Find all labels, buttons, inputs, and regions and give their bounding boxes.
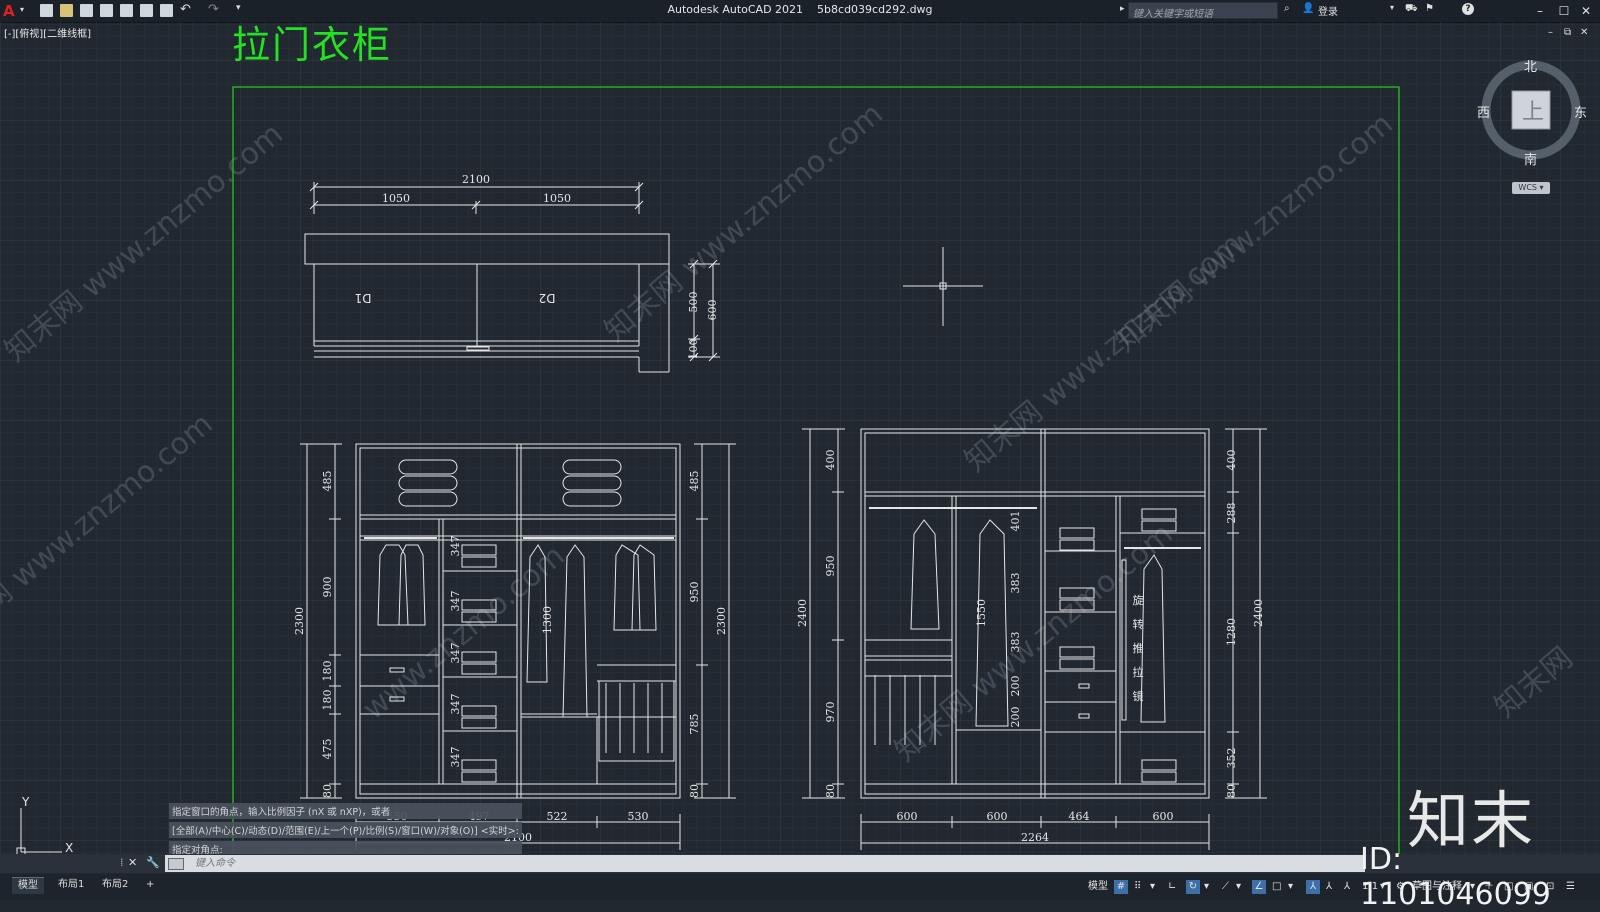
right-elev-dim-bottom: 600 (987, 810, 1008, 823)
viewcube-west[interactable]: 西 (1477, 102, 1490, 121)
left-elev-dim-right: 785 (688, 714, 701, 735)
right-elev-dim-right: 352 (1225, 748, 1238, 769)
mirror-label-char: 推 (1133, 641, 1144, 655)
left-elev-dim-right: 80 (688, 784, 701, 798)
plan-dim-gap: 100 (687, 339, 700, 360)
left-elev-dim-left: 180 (321, 690, 334, 711)
right-elev-dim-left: 950 (824, 556, 837, 577)
left-elev-dim-left: 475 (321, 739, 334, 760)
command-history-line: [全部(A)/中心(C)/动态(D)/范围(E)/上一个(P)/比例(S)/窗口… (169, 822, 522, 838)
isodraft-dropdown-icon[interactable]: ▾ (1236, 880, 1241, 894)
plan-dim-left: 1050 (382, 192, 410, 205)
right-elev-dim-bottom: 600 (1153, 810, 1174, 823)
right-elev-dim-right-total: 2400 (1252, 599, 1265, 627)
command-history: 指定窗口的角点，输入比例因子 (nX 或 nXP)，或者 [全部(A)/中心(C… (169, 803, 522, 860)
right-elev-dim-right: 400 (1225, 450, 1238, 471)
right-elev-dim-left-total: 2400 (796, 599, 809, 627)
right-elev-dim-inner: 200 (1009, 707, 1022, 728)
annotation-scale-icon[interactable]: ⅄ (1344, 880, 1350, 894)
auto-scale-icon[interactable]: ⅄ (1326, 880, 1332, 894)
left-elev-dim-left: 900 (321, 577, 334, 598)
right-elev-dim-inner: 401 (1009, 511, 1022, 532)
right-elev-dim-right: 80 (1225, 784, 1238, 798)
plan-dim-depth-b: 600 (706, 300, 719, 321)
model-space-button[interactable]: 模型 (1088, 880, 1108, 894)
tab-layout2[interactable]: 布局2 (96, 877, 134, 893)
door-label-d1: D1 (355, 291, 372, 305)
left-elev-dim-left-total: 2300 (293, 607, 306, 635)
tab-layout1[interactable]: 布局1 (52, 877, 90, 893)
left-elev-dim-left: 180 (321, 661, 334, 682)
left-elev-dim-bottom: 522 (547, 810, 568, 823)
isodraft-icon[interactable]: ⟋ (1222, 880, 1229, 894)
right-elev-dim-bottom: 464 (1069, 810, 1090, 823)
left-elev-dim-inner: 347 (449, 536, 462, 557)
right-elev-dim-inner: 383 (1009, 573, 1022, 594)
watermark-id: ID: 1101046099 (1360, 842, 1551, 912)
plan-dim-right: 1050 (543, 192, 571, 205)
right-elev-dim-inner-long: 1550 (975, 599, 988, 627)
right-elev-dim-right: 1280 (1225, 618, 1238, 646)
left-elev-dim-inner: 347 (449, 591, 462, 612)
viewport-restore-icon[interactable]: ⧉ (1564, 27, 1571, 38)
command-line-grip-icon[interactable]: ⁞ (120, 856, 124, 869)
object-snap-icon[interactable]: □ (1272, 880, 1281, 894)
right-elev-dim-left: 970 (824, 702, 837, 723)
tab-add-layout[interactable]: + (140, 877, 160, 893)
right-elev-dim-bottom: 600 (897, 810, 918, 823)
mirror-label-char: 镜 (1133, 689, 1144, 703)
drawing-canvas[interactable]: 知末网 www.znzmo.com 知末网 www.znzmo.com 知末网 ww… (0, 0, 1600, 900)
viewcube-north[interactable]: 北 (1524, 56, 1537, 75)
left-elev-dim-right: 950 (688, 582, 701, 603)
viewcube-east[interactable]: 东 (1574, 102, 1587, 121)
left-elev-dim-inner: 347 (449, 747, 462, 768)
command-prompt-icon[interactable] (168, 858, 184, 870)
viewcube[interactable]: 上 北 南 西 东 WCS ▾ (1470, 56, 1600, 206)
polar-dropdown-icon[interactable]: ▾ (1204, 880, 1209, 894)
left-elev-dim-bottom: 530 (628, 810, 649, 823)
left-elev-dim-left: 485 (321, 471, 334, 492)
polar-tracking-icon[interactable]: ↻ (1186, 880, 1200, 894)
plan-dim-total: 2100 (462, 173, 490, 186)
grid-toggle-icon[interactable]: # (1114, 880, 1128, 894)
wcs-label: WCS (1518, 183, 1537, 192)
wcs-menu-button[interactable]: WCS ▾ (1512, 182, 1550, 194)
right-elev-dim-right: 288 (1225, 503, 1238, 524)
command-line-close-icon[interactable]: ✕ (128, 856, 137, 869)
right-elev-dim-bottom-total: 2264 (1021, 831, 1049, 844)
door-label-d2: D2 (539, 291, 556, 305)
viewport-close-icon[interactable]: ✕ (1580, 27, 1588, 38)
object-snap-dropdown-icon[interactable]: ▾ (1288, 880, 1293, 894)
tab-model[interactable]: 模型 (12, 877, 44, 894)
mirror-label-char: 旋 (1133, 593, 1144, 607)
right-elev-dim-inner: 200 (1009, 676, 1022, 697)
mirror-label-char: 转 (1133, 617, 1144, 631)
left-elev-dim-inner: 347 (449, 643, 462, 664)
right-elev-dim-inner: 383 (1009, 632, 1022, 653)
viewcube-top-face[interactable]: 上 (1522, 94, 1544, 126)
left-elev-dim-right-total: 2300 (715, 607, 728, 635)
right-elev-dim-left: 80 (824, 784, 837, 798)
annotation-visibility-icon[interactable]: ⅄ (1306, 880, 1320, 894)
drawing-title: 拉门衣柜 (232, 23, 393, 67)
left-elev-dim-inner-long: 1300 (541, 606, 554, 634)
viewport-view-label[interactable]: [-][俯视][二维线框] (4, 25, 91, 40)
viewport-minimize-icon[interactable]: – (1548, 27, 1553, 38)
object-snap-tracking-icon[interactable]: ∠ (1252, 880, 1266, 894)
command-history-line: 指定窗口的角点，输入比例因子 (nX 或 nXP)，或者 (169, 803, 522, 819)
left-elev-dim-right: 485 (688, 471, 701, 492)
ucs-x-label: X (65, 841, 73, 855)
snap-dropdown-icon[interactable]: ▾ (1150, 880, 1155, 894)
ucs-y-label: Y (21, 795, 30, 809)
mirror-label-char: 拉 (1133, 665, 1144, 679)
plan-dim-depth-a: 500 (687, 292, 700, 313)
left-elev-dim-inner: 347 (449, 694, 462, 715)
left-elev-dim-left: 80 (321, 784, 334, 798)
ortho-icon[interactable]: ∟ (1168, 880, 1176, 894)
command-input[interactable] (165, 855, 1365, 872)
viewcube-south[interactable]: 南 (1524, 149, 1537, 168)
command-line-customize-icon[interactable]: 🔧 (146, 856, 160, 869)
right-elev-dim-left: 400 (824, 450, 837, 471)
snap-icon[interactable]: ⠿ (1134, 880, 1141, 894)
